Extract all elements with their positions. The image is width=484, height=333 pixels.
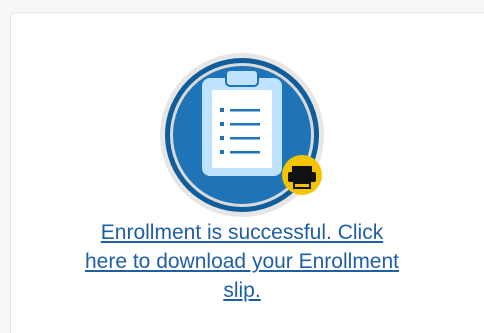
clipboard-list-icon — [202, 69, 282, 176]
message-line-2: here to download your Enrollment — [84, 250, 399, 273]
printer-icon — [282, 155, 322, 195]
enrollment-success-illustration — [142, 50, 342, 220]
message-line-1: Enrollment is successful. Click — [100, 221, 384, 244]
message-line-3: slip. — [223, 279, 261, 302]
download-enrollment-slip-link[interactable]: Enrollment is successful. Click here to … — [85, 221, 399, 302]
enrollment-message: Enrollment is successful. Click here to … — [0, 218, 484, 305]
